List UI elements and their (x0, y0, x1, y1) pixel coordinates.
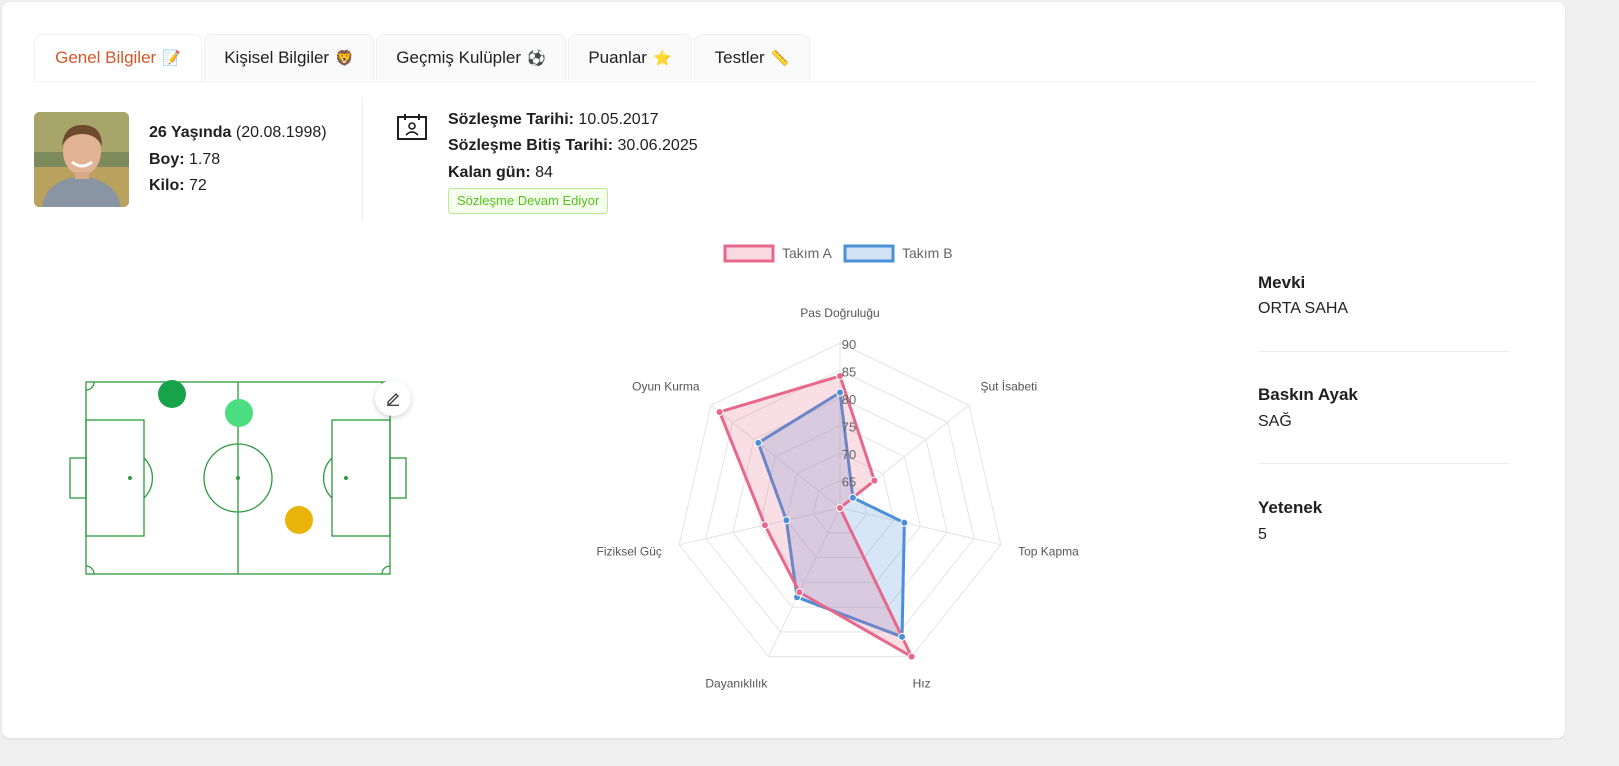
radar-point (870, 476, 879, 485)
radar-point (715, 407, 724, 416)
tab-label: Geçmiş Kulüpler (396, 48, 522, 67)
ruler-icon: 📏 (770, 50, 790, 67)
tab-past-clubs[interactable]: Geçmiş Kulüpler ⚽ (376, 34, 566, 80)
radar-axis-label: Top Kapma (1018, 544, 1079, 558)
pencil-icon (387, 393, 399, 406)
radar-axis-label: Şut İsabeti (980, 379, 1037, 393)
radar-tick-label: 75 (842, 420, 856, 435)
contract-remaining: Kalan gün: 84 (448, 164, 553, 181)
radar-axis-label: Dayanıklılık (705, 677, 768, 691)
radar-point (795, 588, 804, 597)
player-height: Boy: 1.78 (149, 151, 221, 168)
position-value: ORTA SAHA (1258, 300, 1349, 317)
star-icon: ⭐ (652, 50, 672, 67)
radar-chart: 90 85 80 75 70 65 Pas Doğruluğu Şut İsabeti Top … (597, 244, 1079, 691)
radar-point (907, 652, 916, 661)
tab-general-info[interactable]: Genel Bilgiler 📝 (34, 34, 202, 81)
radar-point (760, 521, 769, 530)
radar-tick-label: 85 (842, 365, 856, 380)
calendar-icon (397, 114, 427, 140)
radar-tick-label: 70 (842, 447, 856, 462)
radar-axis-label: Pas Doğruluğu (800, 306, 879, 320)
tab-label: Puanlar (588, 48, 647, 67)
tab-label: Kişisel Bilgiler (224, 48, 330, 67)
radar-point (898, 632, 907, 641)
radar-point (900, 518, 909, 527)
player-marker[interactable] (225, 399, 253, 427)
tab-label: Testler (714, 48, 765, 67)
lion-icon: 🦁 (335, 50, 354, 67)
edit-position-button[interactable] (375, 380, 411, 416)
divider (1258, 351, 1510, 352)
tab-bar: Genel Bilgiler 📝 Kişisel Bilgiler 🦁 Geçmiş… (34, 34, 1536, 82)
radar-point (754, 438, 763, 447)
player-marker[interactable] (285, 506, 313, 534)
tab-tests[interactable]: Testler 📏 (694, 34, 810, 80)
talent-value: 5 (1258, 526, 1267, 543)
radar-point (836, 504, 844, 512)
memo-icon: 📝 (162, 50, 181, 67)
radar-tick-label: 80 (842, 392, 856, 407)
tab-label: Genel Bilgiler (55, 48, 157, 67)
contract-end: Sözleşme Bitiş Tarihi: 30.06.2025 (448, 137, 698, 154)
player-weight: Kilo: 72 (149, 177, 207, 194)
legend-label: Takım A (782, 245, 832, 261)
status-badge: Sözleşme Devam Ediyor (448, 188, 609, 214)
tab-personal-info[interactable]: Kişisel Bilgiler 🦁 (204, 34, 374, 80)
soccer-ball-icon: ⚽ (527, 50, 546, 67)
legend-swatch (843, 244, 895, 263)
football-field (69, 380, 407, 575)
contract-start: Sözleşme Tarihi: 10.05.2017 (448, 111, 659, 128)
position-label: Mevki (1258, 273, 1306, 292)
radar-tick-label: 90 (842, 337, 856, 352)
tab-scores[interactable]: Puanlar ⭐ (568, 34, 692, 80)
radar-tick-label: 65 (842, 475, 856, 490)
radar-point (782, 516, 791, 525)
radar-axis-label: Fiziksel Güç (597, 544, 662, 558)
radar-point (848, 493, 857, 502)
divider (1258, 463, 1510, 464)
player-photo (34, 112, 129, 207)
legend-label: Takım B (902, 245, 953, 261)
player-marker[interactable] (158, 380, 186, 408)
radar-axis-label: Oyun Kurma (632, 379, 700, 393)
section-divider (362, 98, 363, 220)
player-age: 26 Yaşında (20.08.1998) (149, 124, 327, 141)
dominant-foot-value: SAĞ (1258, 413, 1292, 430)
talent-label: Yetenek (1258, 498, 1323, 517)
dominant-foot-label: Baskın Ayak (1258, 385, 1358, 404)
radar-axis-label: Hız (913, 677, 931, 691)
legend-swatch (723, 244, 775, 263)
